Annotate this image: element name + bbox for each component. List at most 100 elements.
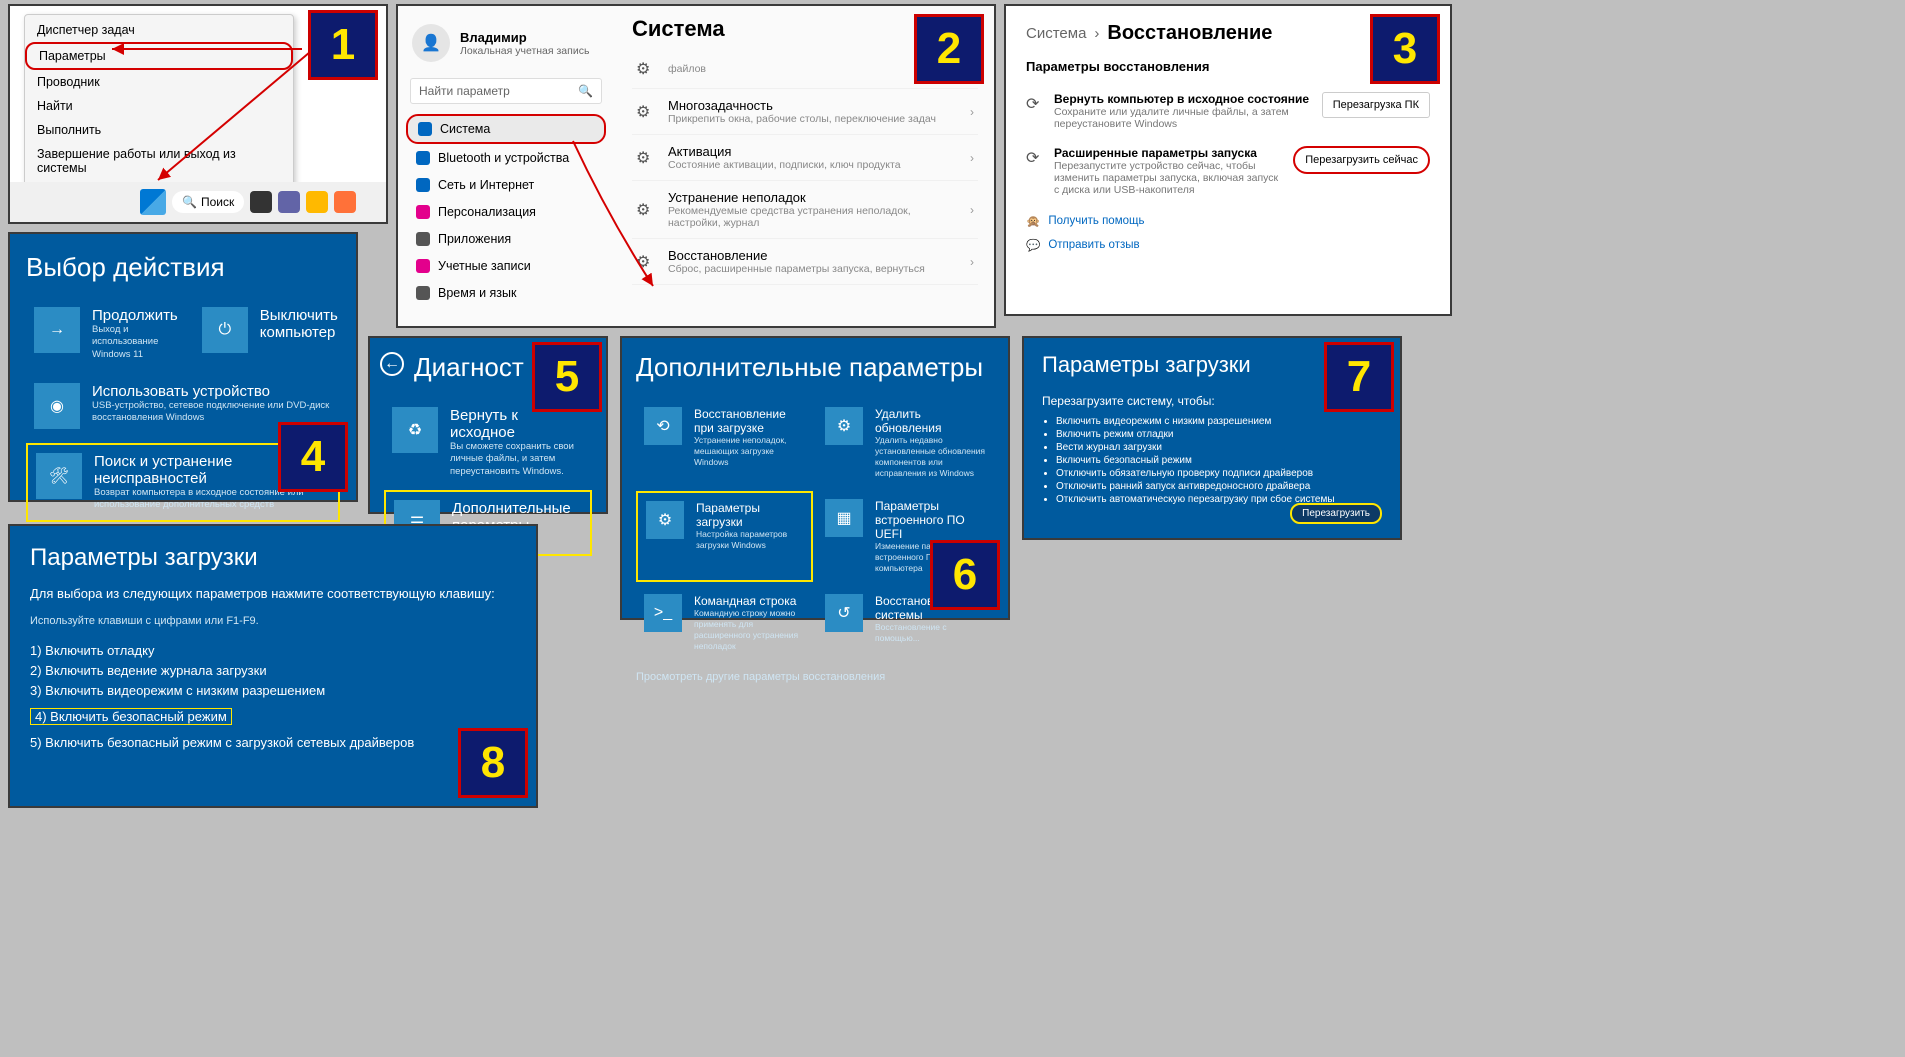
power-icon: ⏻ [202,307,248,353]
recovery-icon: ⟳ [1026,148,1044,166]
taskbar-search[interactable]: 🔍 Поиск [172,191,244,213]
recovery-icon: ⚙ [636,252,656,272]
startup-opts-hint: Используйте клавиши с цифрами или F1-F9. [30,615,516,627]
nav-network[interactable]: Сеть и Интернет [406,172,606,198]
recovery-row: ⟳Вернуть компьютер в исходное состояниеС… [1026,84,1430,138]
setting-recovery[interactable]: ⚙ВосстановлениеСброс, расширенные параме… [632,239,978,285]
bc-current: Восстановление [1107,22,1272,45]
startup-item: Отключить ранний запуск антивредоносного… [1056,481,1382,492]
user-subtitle: Локальная учетная запись [460,45,589,57]
accounts-icon [416,259,430,273]
chevron-right-icon: › [1094,25,1099,42]
setting-activation[interactable]: ⚙АктивацияСостояние активации, подписки,… [632,135,978,181]
recovery-button[interactable]: Перезагрузить сейчас [1293,146,1430,174]
nav-label: Bluetooth и устройства [438,151,569,165]
repair-icon: ⟲ [644,407,682,445]
tile-title: Вернуть кисходное [450,407,584,441]
startup-item: Отключить обязательную проверку подписи … [1056,468,1382,479]
chevron-right-icon: › [970,203,974,217]
restore-icon: ↺ [825,594,863,632]
back-button[interactable]: ← [380,352,404,376]
choose-action-title: Выбор действия [26,252,340,283]
firefox-icon[interactable] [334,191,356,213]
setting-multitask[interactable]: ⚙МногозадачностьПрикрепить окна, рабочие… [632,89,978,135]
step-badge-3: 3 [1370,14,1440,84]
disc-icon: ◉ [34,383,80,429]
startup-item: Включить безопасный режим [1056,455,1382,466]
setting-title: Многозадачность [668,98,958,113]
explorer-icon[interactable] [306,191,328,213]
recovery-sub: Сохраните или удалите личные файлы, а за… [1054,106,1312,130]
setting-sub: Сброс, расширенные параметры запуска, ве… [668,263,958,275]
boot-option[interactable]: 3) Включить видеорежим с низким разрешен… [30,683,516,698]
nav-time[interactable]: Время и язык [406,280,606,306]
step-badge-6: 6 [930,540,1000,610]
nav-apps[interactable]: Приложения [406,226,606,252]
step-badge-7: 7 [1324,342,1394,412]
storage-icon: ⚙ [636,59,656,79]
startup-opts-list: 1) Включить отладку 2) Включить ведение ж… [30,643,516,750]
ctx-shutdown[interactable]: Завершение работы или выход из системы [25,142,293,180]
tile-repair[interactable]: ⟲Восстановление при загрузкеУстранение н… [636,399,813,487]
step-badge-8: 8 [458,728,528,798]
startup-list: Включить видеорежим с низким разрешением… [1042,416,1382,505]
boot-option[interactable]: 1) Включить отладку [30,643,516,658]
gear-icon: ⚙ [646,501,684,539]
tile-power[interactable]: ⏻Выключить компьютер [194,299,346,369]
nav-bluetooth[interactable]: Bluetooth и устройства [406,145,606,171]
ctx-explorer[interactable]: Проводник [25,70,293,94]
boot-option[interactable]: 4) Включить безопасный режим [30,708,232,725]
more-options-link[interactable]: Просмотреть другие параметры восстановле… [636,671,994,683]
chip-icon: ▦ [825,499,863,537]
setting-troubleshoot[interactable]: ⚙Устранение неполадокРекомендуемые средс… [632,181,978,239]
tile-sub: Удалить недавно установленные обновления… [875,435,986,479]
tile-cmd[interactable]: >_Командная строкаКомандную строку можно… [636,586,813,660]
tile-arrow[interactable]: →ПродолжитьВыход и использование Windows… [26,299,186,369]
nav-system[interactable]: Система [406,114,606,144]
ctx-run[interactable]: Выполнить [25,118,293,142]
ctx-find[interactable]: Найти [25,94,293,118]
nav-label: Приложения [438,232,511,246]
tile-sub: Восстановление с помощью... [875,622,986,644]
startup-item: Включить видеорежим с низким разрешением [1056,416,1382,427]
feedback-link[interactable]: 💬 Отправить отзыв [1026,238,1430,252]
taskview-icon[interactable] [250,191,272,213]
get-help-link[interactable]: 🙊 Получить помощь [1026,214,1430,228]
tile-recycle[interactable]: ♻Вернуть кисходноеВы сможете сохранить с… [384,399,592,486]
tile-title: Удалить обновления [875,407,986,435]
chat-icon[interactable] [278,191,300,213]
tile-title: Параметры встроенного ПО UEFI [875,499,986,541]
ctx-task-manager[interactable]: Диспетчер задач [25,18,293,42]
bc-parent[interactable]: Система [1026,25,1086,42]
nav-personalize[interactable]: Персонализация [406,199,606,225]
step-badge-4: 4 [278,422,348,492]
context-menu: Диспетчер задач Параметры Проводник Найт… [24,14,294,208]
boot-option[interactable]: 2) Включить ведение журнала загрузки [30,663,516,678]
restart-button[interactable]: Перезагрузить [1290,503,1382,524]
recovery-button[interactable]: Перезагрузка ПК [1322,92,1430,118]
tile-gear[interactable]: ⚙Параметры загрузкиНастройка параметров … [636,491,813,582]
setting-title: Устранение неполадок [668,190,958,205]
start-button[interactable] [140,189,166,215]
panel-7-startup-settings: 7 Параметры загрузки Перезагрузите систе… [1022,336,1402,540]
settings-sidebar: 👤 Владимир Локальная учетная запись Найт… [398,6,614,326]
startup-opts-sub: Для выбора из следующих параметров нажми… [30,586,516,601]
search-input[interactable]: Найти параметр🔍 [410,78,602,104]
nav-label: Учетные записи [438,259,531,273]
advanced-tiles: ⟲Восстановление при загрузкеУстранение н… [636,399,994,661]
nav-accounts[interactable]: Учетные записи [406,253,606,279]
panel-5-diagnostics: 5 ← Диагност ♻Вернуть кисходноеВы сможет… [368,336,608,514]
nav-label: Сеть и Интернет [438,178,534,192]
activation-icon: ⚙ [636,148,656,168]
ctx-settings[interactable]: Параметры [25,42,293,70]
boot-option[interactable]: 5) Включить безопасный режим с загрузкой… [30,735,516,750]
bluetooth-icon [416,151,430,165]
tile-title: Командная строка [694,594,805,608]
recovery-row: ⟳Расширенные параметры запускаПерезапуст… [1026,138,1430,204]
setting-title: Активация [668,144,958,159]
setting-sub: Рекомендуемые средства устранения непола… [668,205,958,229]
user-profile[interactable]: 👤 Владимир Локальная учетная запись [406,18,606,68]
step-badge-2: 2 [914,14,984,84]
recycle-icon: ♻ [392,407,438,453]
tile-gear[interactable]: ⚙Удалить обновленияУдалить недавно устан… [817,399,994,487]
